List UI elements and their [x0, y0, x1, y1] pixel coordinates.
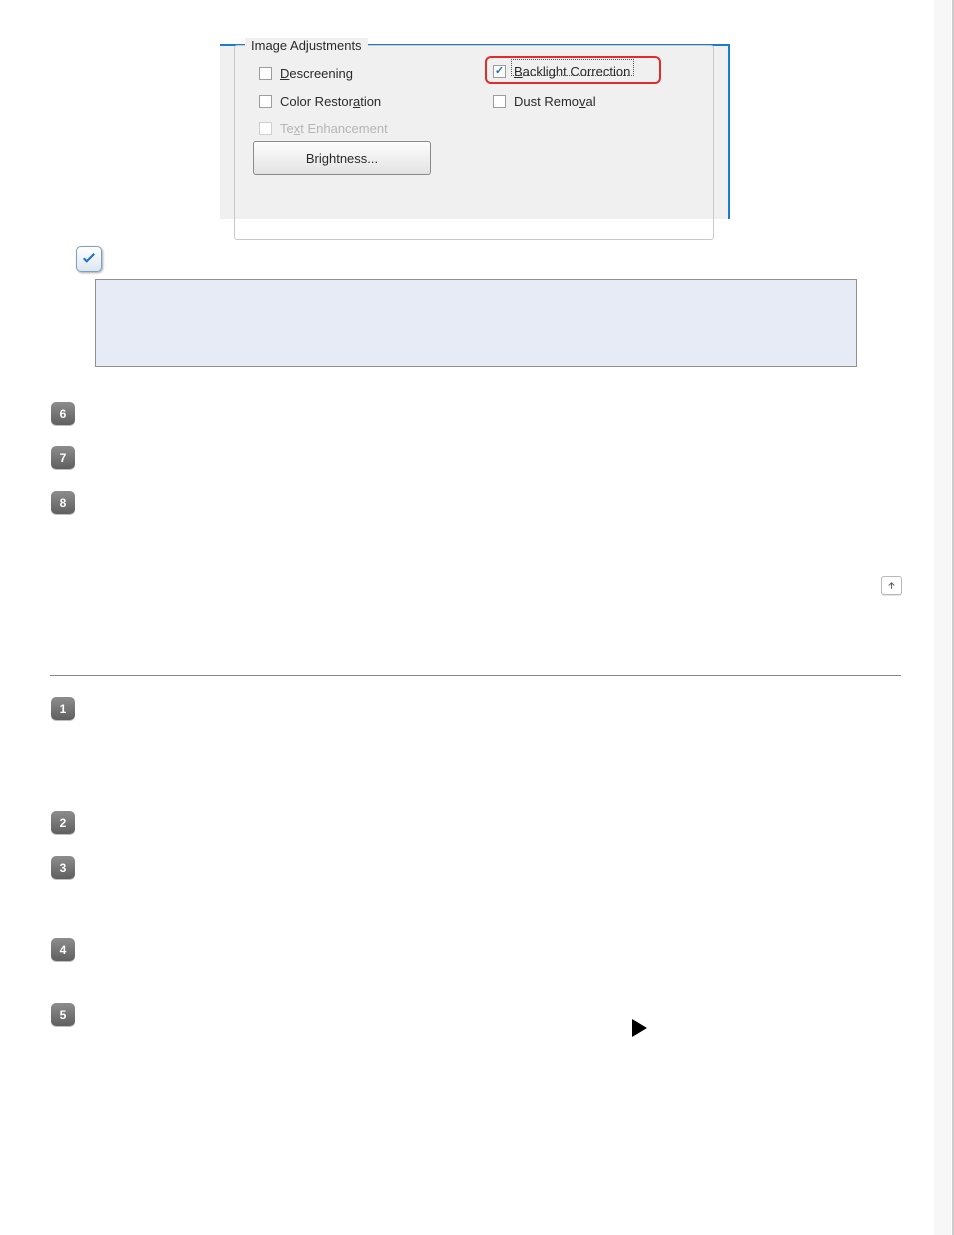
button-label: Brightness... — [306, 151, 378, 166]
section-divider — [50, 675, 901, 676]
step-badge-3: 3 — [51, 856, 75, 879]
brightness-button[interactable]: Brightness... — [253, 141, 431, 175]
checkbox-box — [259, 95, 272, 108]
image-adjustments-panel: Image Adjustments Descreening Backlight … — [220, 44, 730, 219]
note-icon — [76, 246, 102, 272]
note-box — [95, 279, 857, 367]
step-badge-4: 4 — [51, 938, 75, 961]
checkbox-label: Dust Removal — [514, 94, 596, 109]
scrollbar[interactable] — [934, 0, 951, 1235]
step-badge-7: 7 — [51, 446, 75, 469]
checkbox-descreening[interactable]: Descreening — [259, 66, 353, 81]
checkbox-box — [493, 95, 506, 108]
to-top-icon[interactable] — [881, 576, 902, 595]
checkbox-label: Backlight Correction — [514, 64, 630, 79]
groupbox-title: Image Adjustments — [245, 38, 368, 53]
play-icon — [632, 1019, 647, 1037]
checkbox-color-restoration[interactable]: Color Restoration — [259, 94, 381, 109]
checkbox-text-enhancement: Text Enhancement — [259, 121, 388, 136]
step-badge-2: 2 — [51, 811, 75, 834]
step-badge-8: 8 — [51, 491, 75, 514]
checkbox-backlight-correction[interactable]: Backlight Correction — [493, 64, 630, 79]
step-badge-6: 6 — [51, 402, 75, 425]
image-adjustments-groupbox: Image Adjustments Descreening Backlight … — [234, 45, 714, 240]
checkbox-label: Text Enhancement — [280, 121, 388, 136]
step-badge-5: 5 — [51, 1003, 75, 1026]
checkbox-box — [493, 65, 506, 78]
checkbox-label: Descreening — [280, 66, 353, 81]
step-badge-1: 1 — [51, 697, 75, 720]
checkbox-box — [259, 122, 272, 135]
checkbox-dust-removal[interactable]: Dust Removal — [493, 94, 596, 109]
checkbox-label: Color Restoration — [280, 94, 381, 109]
document-page: Image Adjustments Descreening Backlight … — [0, 0, 954, 1235]
checkbox-box — [259, 67, 272, 80]
